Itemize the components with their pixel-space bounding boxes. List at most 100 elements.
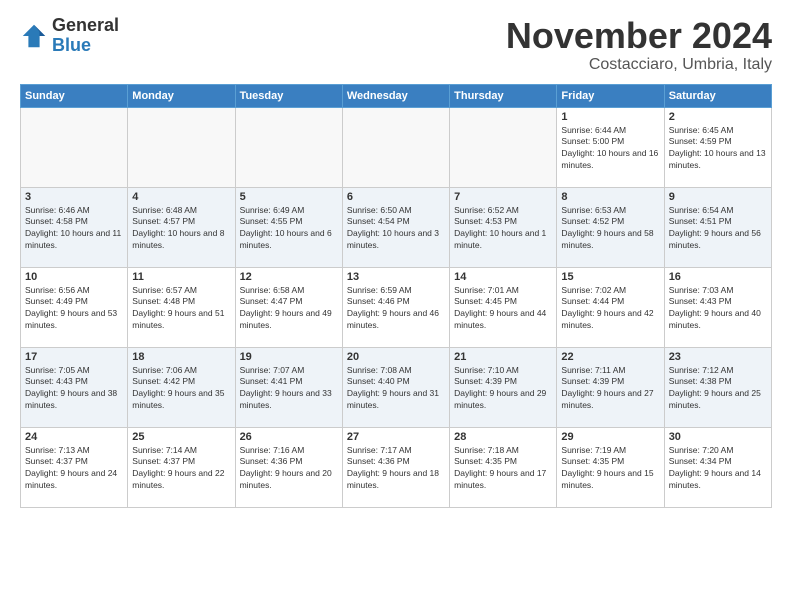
subtitle: Costacciaro, Umbria, Italy <box>506 56 772 74</box>
day-info: Sunrise: 7:05 AM Sunset: 4:43 PM Dayligh… <box>25 365 123 413</box>
day-number: 12 <box>240 271 338 283</box>
day-info: Sunrise: 7:16 AM Sunset: 4:36 PM Dayligh… <box>240 445 338 493</box>
day-number: 18 <box>132 351 230 363</box>
col-tuesday: Tuesday <box>235 84 342 107</box>
day-cell: 4Sunrise: 6:48 AM Sunset: 4:57 PM Daylig… <box>128 187 235 267</box>
day-info: Sunrise: 7:17 AM Sunset: 4:36 PM Dayligh… <box>347 445 445 493</box>
day-info: Sunrise: 7:20 AM Sunset: 4:34 PM Dayligh… <box>669 445 767 493</box>
col-wednesday: Wednesday <box>342 84 449 107</box>
day-number: 19 <box>240 351 338 363</box>
week-row-1: 1Sunrise: 6:44 AM Sunset: 5:00 PM Daylig… <box>21 107 772 187</box>
day-number: 14 <box>454 271 552 283</box>
day-number: 22 <box>561 351 659 363</box>
day-cell: 25Sunrise: 7:14 AM Sunset: 4:37 PM Dayli… <box>128 427 235 507</box>
calendar-header: Sunday Monday Tuesday Wednesday Thursday… <box>21 84 772 107</box>
day-info: Sunrise: 7:18 AM Sunset: 4:35 PM Dayligh… <box>454 445 552 493</box>
day-cell: 9Sunrise: 6:54 AM Sunset: 4:51 PM Daylig… <box>664 187 771 267</box>
day-cell: 8Sunrise: 6:53 AM Sunset: 4:52 PM Daylig… <box>557 187 664 267</box>
day-number: 27 <box>347 431 445 443</box>
day-number: 2 <box>669 111 767 123</box>
day-info: Sunrise: 6:45 AM Sunset: 4:59 PM Dayligh… <box>669 125 767 173</box>
col-saturday: Saturday <box>664 84 771 107</box>
day-cell: 7 Sunrise: 6:52 AM Sunset: 4:53 PM Daylig… <box>450 187 557 267</box>
day-info: Sunrise: 7:13 AM Sunset: 4:37 PM Dayligh… <box>25 445 123 493</box>
col-sunday: Sunday <box>21 84 128 107</box>
day-info: Sunrise: 6:52 AM Sunset: 4:53 PM Dayligh… <box>454 205 552 253</box>
day-cell <box>450 107 557 187</box>
day-cell <box>342 107 449 187</box>
calendar-body: 1Sunrise: 6:44 AM Sunset: 5:00 PM Daylig… <box>21 107 772 507</box>
logo-general: General <box>52 16 119 36</box>
day-number: 10 <box>25 271 123 283</box>
day-number: 6 <box>347 191 445 203</box>
day-info: Sunrise: 7:06 AM Sunset: 4:42 PM Dayligh… <box>132 365 230 413</box>
day-number: 26 <box>240 431 338 443</box>
day-cell <box>21 107 128 187</box>
day-cell: 21Sunrise: 7:10 AM Sunset: 4:39 PM Dayli… <box>450 347 557 427</box>
day-number: 20 <box>347 351 445 363</box>
day-info: Sunrise: 6:53 AM Sunset: 4:52 PM Dayligh… <box>561 205 659 253</box>
day-number: 3 <box>25 191 123 203</box>
day-number: 11 <box>132 271 230 283</box>
title-area: November 2024 Costacciaro, Umbria, Italy <box>506 16 772 74</box>
week-row-2: 3 Sunrise: 6:46 AM Sunset: 4:58 PM Daylig… <box>21 187 772 267</box>
day-number: 4 <box>132 191 230 203</box>
day-info: Sunrise: 6:56 AM Sunset: 4:49 PM Dayligh… <box>25 285 123 333</box>
day-cell: 29 Sunrise: 7:19 AM Sunset: 4:35 PM Dayli… <box>557 427 664 507</box>
day-info: Sunrise: 7:12 AM Sunset: 4:38 PM Dayligh… <box>669 365 767 413</box>
day-info: Sunrise: 6:57 AM Sunset: 4:48 PM Dayligh… <box>132 285 230 333</box>
day-info: Sunrise: 7:10 AM Sunset: 4:39 PM Dayligh… <box>454 365 552 413</box>
logo-blue: Blue <box>52 36 119 56</box>
day-cell: 3 Sunrise: 6:46 AM Sunset: 4:58 PM Daylig… <box>21 187 128 267</box>
day-number: 29 <box>561 431 659 443</box>
header-row: Sunday Monday Tuesday Wednesday Thursday… <box>21 84 772 107</box>
day-cell: 26 Sunrise: 7:16 AM Sunset: 4:36 PM Dayli… <box>235 427 342 507</box>
day-cell: 18 Sunrise: 7:06 AM Sunset: 4:42 PM Dayli… <box>128 347 235 427</box>
day-cell <box>235 107 342 187</box>
day-number: 28 <box>454 431 552 443</box>
logo: General Blue <box>20 16 119 56</box>
day-number: 13 <box>347 271 445 283</box>
day-info: Sunrise: 6:49 AM Sunset: 4:55 PM Dayligh… <box>240 205 338 253</box>
day-cell: 10 Sunrise: 6:56 AM Sunset: 4:49 PM Dayli… <box>21 267 128 347</box>
day-number: 24 <box>25 431 123 443</box>
day-cell: 14 Sunrise: 7:01 AM Sunset: 4:45 PM Dayli… <box>450 267 557 347</box>
logo-icon <box>20 22 48 50</box>
col-monday: Monday <box>128 84 235 107</box>
day-cell: 28 Sunrise: 7:18 AM Sunset: 4:35 PM Dayli… <box>450 427 557 507</box>
day-info: Sunrise: 6:44 AM Sunset: 5:00 PM Dayligh… <box>561 125 659 173</box>
day-info: Sunrise: 7:11 AM Sunset: 4:39 PM Dayligh… <box>561 365 659 413</box>
day-number: 23 <box>669 351 767 363</box>
day-number: 5 <box>240 191 338 203</box>
day-number: 30 <box>669 431 767 443</box>
day-number: 7 <box>454 191 552 203</box>
day-cell <box>128 107 235 187</box>
day-cell: 20 Sunrise: 7:08 AM Sunset: 4:40 PM Dayli… <box>342 347 449 427</box>
logo-text: General Blue <box>52 16 119 56</box>
col-thursday: Thursday <box>450 84 557 107</box>
week-row-3: 10 Sunrise: 6:56 AM Sunset: 4:49 PM Dayli… <box>21 267 772 347</box>
day-cell: 2 Sunrise: 6:45 AM Sunset: 4:59 PM Daylig… <box>664 107 771 187</box>
day-cell: 12 Sunrise: 6:58 AM Sunset: 4:47 PM Dayli… <box>235 267 342 347</box>
header: General Blue November 2024 Costacciaro, … <box>20 16 772 74</box>
col-friday: Friday <box>557 84 664 107</box>
day-cell: 15Sunrise: 7:02 AM Sunset: 4:44 PM Dayli… <box>557 267 664 347</box>
day-info: Sunrise: 7:19 AM Sunset: 4:35 PM Dayligh… <box>561 445 659 493</box>
day-number: 17 <box>25 351 123 363</box>
day-cell: 17 Sunrise: 7:05 AM Sunset: 4:43 PM Dayli… <box>21 347 128 427</box>
day-cell: 13Sunrise: 6:59 AM Sunset: 4:46 PM Dayli… <box>342 267 449 347</box>
day-info: Sunrise: 6:46 AM Sunset: 4:58 PM Dayligh… <box>25 205 123 253</box>
month-title: November 2024 <box>506 16 772 56</box>
day-info: Sunrise: 7:07 AM Sunset: 4:41 PM Dayligh… <box>240 365 338 413</box>
calendar: Sunday Monday Tuesday Wednesday Thursday… <box>20 84 772 508</box>
day-info: Sunrise: 7:08 AM Sunset: 4:40 PM Dayligh… <box>347 365 445 413</box>
day-cell: 1Sunrise: 6:44 AM Sunset: 5:00 PM Daylig… <box>557 107 664 187</box>
day-cell: 16Sunrise: 7:03 AM Sunset: 4:43 PM Dayli… <box>664 267 771 347</box>
day-cell: 22 Sunrise: 7:11 AM Sunset: 4:39 PM Dayli… <box>557 347 664 427</box>
day-cell: 11 Sunrise: 6:57 AM Sunset: 4:48 PM Dayli… <box>128 267 235 347</box>
day-info: Sunrise: 7:01 AM Sunset: 4:45 PM Dayligh… <box>454 285 552 333</box>
day-info: Sunrise: 6:58 AM Sunset: 4:47 PM Dayligh… <box>240 285 338 333</box>
day-cell: 24 Sunrise: 7:13 AM Sunset: 4:37 PM Dayli… <box>21 427 128 507</box>
week-row-4: 17 Sunrise: 7:05 AM Sunset: 4:43 PM Dayli… <box>21 347 772 427</box>
day-cell: 5 Sunrise: 6:49 AM Sunset: 4:55 PM Daylig… <box>235 187 342 267</box>
